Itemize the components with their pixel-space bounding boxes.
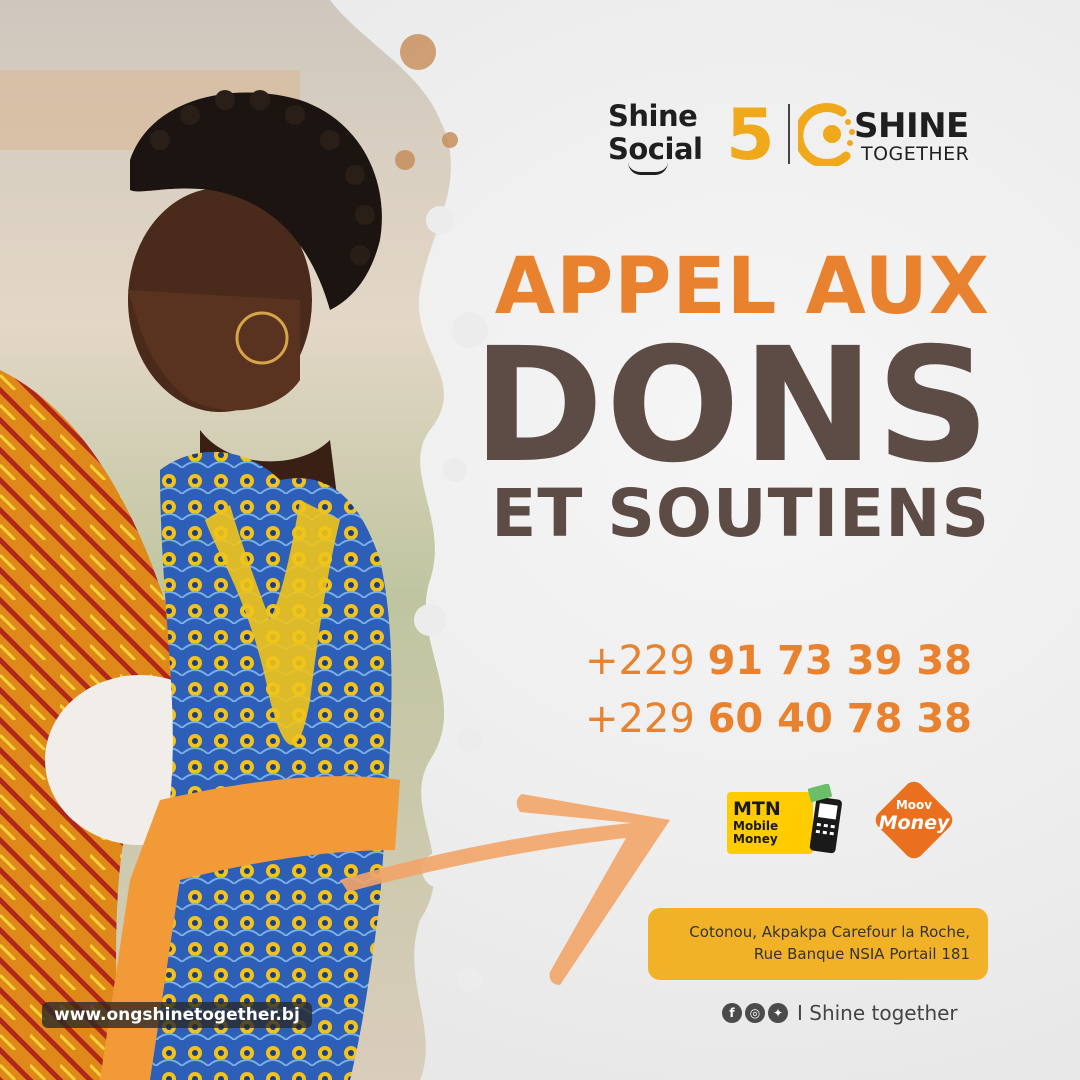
poster: Shine Social 5 SHINE TOGETHER APPEL AUX …: [0, 0, 1080, 1080]
website-link[interactable]: www.ongshinetogether.bj: [42, 1002, 312, 1028]
shine-social-line1: Shine: [608, 99, 698, 133]
address-line2: Rue Banque NSIA Portail 181: [753, 945, 970, 963]
phone-number-1[interactable]: +229 91 73 39 38: [0, 636, 972, 686]
logo-group: Shine Social 5 SHINE TOGETHER: [608, 98, 978, 178]
shine-together-sub: TOGETHER: [861, 143, 970, 165]
phone-digits: 91 73 39 38: [707, 638, 972, 684]
shine-together-mark-icon: [798, 103, 855, 166]
headline-line2: DONS: [472, 314, 992, 498]
shine-together-word: SHINE: [854, 106, 969, 146]
moov-money-logo: Moov Money: [862, 776, 966, 864]
smile-icon: [628, 162, 668, 175]
mtn-subtitle: Mobile Money: [733, 819, 779, 846]
facebook-icon[interactable]: f: [722, 1003, 742, 1023]
moov-title: Moov: [895, 798, 933, 812]
logo-divider: [788, 104, 790, 164]
mtn-title: MTN: [733, 798, 781, 820]
headline-line3: ET SOUTIENS: [491, 475, 990, 552]
phone-code: +229: [584, 696, 695, 742]
social-handle: I Shine together: [797, 1001, 958, 1025]
phone-code: +229: [584, 638, 695, 684]
social-row: f ◎ ✦ I Shine together: [722, 1000, 958, 1026]
address-line1: Cotonou, Akpakpa Carefour la Roche,: [689, 923, 970, 941]
twitter-icon[interactable]: ✦: [768, 1003, 788, 1023]
instagram-icon[interactable]: ◎: [745, 1003, 765, 1023]
shine-social-number: 5: [726, 94, 775, 176]
address-box: Cotonou, Akpakpa Carefour la Roche, Rue …: [648, 908, 988, 980]
mtn-mobile-money-logo: MTN Mobile Money: [727, 784, 843, 856]
shine-social-logo: Shine Social 5: [608, 99, 775, 171]
phone-digits: 60 40 78 38: [707, 696, 972, 742]
mobile-phone-icon: [807, 784, 842, 854]
moov-subtitle: Money: [878, 812, 950, 834]
phone-number-2[interactable]: +229 60 40 78 38: [0, 694, 972, 744]
